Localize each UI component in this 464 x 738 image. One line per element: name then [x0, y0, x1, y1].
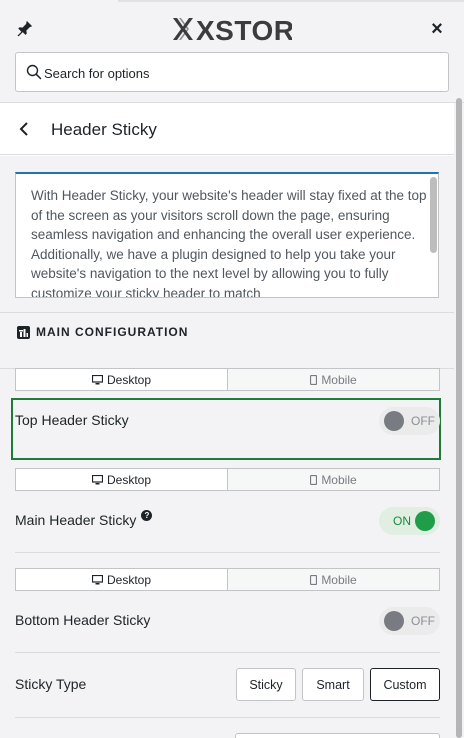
top-header-sticky-toggle[interactable]: OFF: [379, 407, 440, 435]
top-header-sticky-text: Top Header Sticky: [15, 412, 129, 428]
section-title: MAIN CONFIGURATION: [17, 324, 188, 340]
main-header-sticky-label: Main Header Sticky ?: [15, 509, 153, 528]
desktop-tab-label: Desktop: [106, 572, 152, 587]
sticky-type-smart-button[interactable]: Smart: [302, 668, 364, 701]
description-scrollbar[interactable]: [430, 177, 437, 253]
desktop-tab-label: Desktop: [106, 372, 152, 387]
xstore-logo: XSTORE: [172, 15, 313, 46]
mobile-tab-label: Mobile: [321, 472, 357, 487]
description-box[interactable]: With Header Sticky, your website's heade…: [15, 172, 439, 298]
device-tabs: Desktop Mobile: [15, 468, 440, 491]
pin-icon[interactable]: [16, 20, 34, 38]
desktop-tab-label: Desktop: [106, 472, 152, 487]
settings-panel-icon: [17, 325, 30, 339]
search-icon: [26, 64, 42, 80]
device-tabs: Desktop Mobile: [15, 568, 440, 591]
sticky-type-custom-button[interactable]: Custom: [370, 668, 440, 701]
mobile-tab[interactable]: Mobile: [227, 369, 439, 390]
options-panel: With Header Sticky, your website's heade…: [0, 156, 454, 738]
bottom-header-sticky-text: Bottom Header Sticky: [15, 612, 151, 628]
toggle-state: OFF: [411, 414, 435, 428]
divider: [0, 312, 454, 313]
divider: [15, 552, 440, 553]
mobile-icon: [310, 474, 318, 485]
device-tabs: Desktop Mobile: [15, 368, 440, 391]
toggle-state: OFF: [411, 614, 435, 628]
desktop-tab[interactable]: Desktop: [16, 469, 227, 490]
customizer-header: XSTORE ×: [0, 0, 464, 103]
next-option-field[interactable]: [235, 733, 440, 738]
sticky-type-sticky-button[interactable]: Sticky: [236, 668, 296, 701]
panel-scrollbar-thumb[interactable]: [456, 98, 462, 738]
top-edge-divider: [118, 0, 464, 2]
desktop-icon: [91, 574, 103, 584]
panel-title: Header Sticky: [51, 120, 157, 139]
search-field[interactable]: [15, 52, 449, 92]
mobile-icon: [310, 574, 318, 585]
bottom-header-sticky-label: Bottom Header Sticky: [15, 612, 150, 628]
mobile-tab[interactable]: Mobile: [227, 569, 439, 590]
bottom-header-sticky-toggle[interactable]: OFF: [379, 607, 440, 635]
toggle-state: ON: [393, 514, 411, 528]
search-input[interactable]: [44, 62, 434, 84]
divider: [15, 652, 440, 653]
toggle-knob: [384, 611, 404, 631]
description-text: With Header Sticky, your website's heade…: [31, 188, 427, 298]
logo-text: XSTORE: [196, 15, 292, 43]
top-header-sticky-label: Top Header Sticky: [15, 412, 129, 428]
toggle-knob: [384, 411, 404, 431]
main-header-sticky-toggle[interactable]: ON: [379, 507, 440, 535]
divider: [15, 717, 440, 718]
section-title-text: MAIN CONFIGURATION: [36, 325, 189, 339]
desktop-icon: [91, 374, 103, 384]
main-header-sticky-text: Main Header Sticky: [15, 512, 137, 528]
desktop-icon: [91, 474, 103, 484]
help-icon[interactable]: ?: [141, 509, 153, 521]
mobile-icon: [310, 374, 318, 385]
section-header: Header Sticky: [0, 103, 454, 155]
mobile-tab[interactable]: Mobile: [227, 469, 439, 490]
back-arrow-icon[interactable]: [16, 120, 34, 138]
mobile-tab-label: Mobile: [321, 572, 357, 587]
top-header-sticky-highlight: [11, 398, 441, 460]
desktop-tab[interactable]: Desktop: [16, 369, 227, 390]
sticky-type-text: Sticky Type: [15, 676, 87, 692]
desktop-tab[interactable]: Desktop: [16, 569, 227, 590]
toggle-knob: [415, 511, 435, 531]
close-button[interactable]: ×: [426, 18, 448, 40]
mobile-tab-label: Mobile: [321, 372, 357, 387]
sticky-type-label: Sticky Type: [15, 676, 86, 692]
